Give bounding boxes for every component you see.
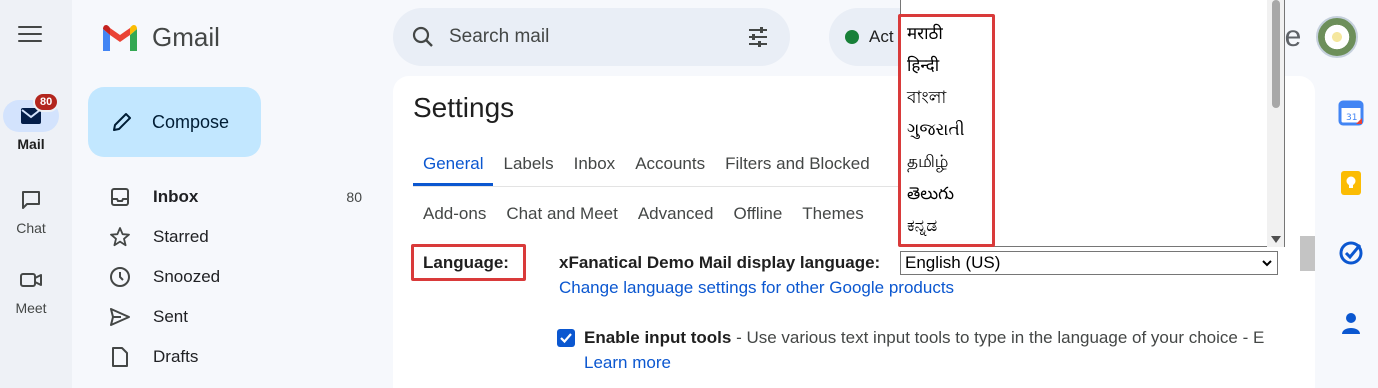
search-icon[interactable] [411,25,435,49]
send-icon [108,305,132,329]
sidebar-item-starred[interactable]: Starred [100,217,380,257]
compose-button[interactable]: Compose [88,87,261,157]
settings-tabs-row2: Add-ons Chat and Meet Advanced Offline T… [413,200,874,236]
rail-label-mail: Mail [17,136,45,152]
page-title: Settings [413,92,515,123]
meet-icon [20,273,42,287]
page-scrollbar-thumb[interactable] [1300,236,1315,271]
sidebar-item-label: Sent [153,307,188,326]
rail-item-chat[interactable]: Chat [0,184,62,236]
dropdown-scrollbar-thumb[interactable] [1272,0,1280,108]
sidebar-item-snoozed[interactable]: Snoozed [100,257,380,297]
tab-general[interactable]: General [413,150,494,186]
tab-offline[interactable]: Offline [723,200,792,236]
sidebar-item-label: Inbox [153,187,199,206]
sidebar-item-inbox[interactable]: Inbox 80 [100,177,380,217]
avatar[interactable] [1316,16,1358,58]
sidebar-nav: Inbox 80 Starred Snoozed Sent Drafts [100,177,380,377]
main-menu-icon[interactable] [18,26,42,46]
inbox-count: 80 [346,189,362,205]
gmail-logo[interactable]: Gmail [100,22,220,53]
chevron-down-icon [1262,260,1272,267]
sidebar-item-sent[interactable]: Sent [100,297,380,337]
side-panel: 31 [1320,90,1378,388]
keep-icon[interactable] [1338,170,1364,196]
left-rail: 80 Mail Chat Meet [0,0,72,388]
sidebar-item-label: Starred [153,227,209,246]
contacts-icon[interactable] [1338,310,1364,336]
search-input[interactable] [449,26,719,48]
calendar-icon[interactable]: 31 [1338,100,1364,126]
svg-text:31: 31 [1346,113,1357,123]
clock-icon [108,265,132,289]
chat-icon [22,191,40,209]
rail-item-mail[interactable]: 80 Mail [0,92,62,152]
sidebar-item-label: Drafts [153,347,199,366]
gmail-m-icon [103,24,137,51]
inbox-icon [108,185,132,209]
rail-label-chat: Chat [16,220,46,236]
tab-addons[interactable]: Add-ons [413,200,496,236]
pencil-icon [113,113,131,131]
dropdown-scrollbar[interactable] [1267,0,1284,247]
tab-labels[interactable]: Labels [493,150,563,186]
sidebar-item-drafts[interactable]: Drafts [100,337,380,377]
tab-inbox[interactable]: Inbox [564,150,626,186]
scroll-down-arrow-icon[interactable] [1271,236,1281,243]
search-bar[interactable] [393,8,790,66]
draft-icon [108,345,132,369]
star-icon [108,225,132,249]
tasks-icon[interactable] [1338,240,1364,266]
tab-themes[interactable]: Themes [792,200,873,236]
search-options-icon[interactable] [746,25,770,49]
learn-more-link[interactable]: Learn more [584,353,671,373]
status-label: Act [869,27,894,46]
settings-tabs-row1: General Labels Inbox Accounts Filters an… [413,150,880,186]
enable-input-tools-checkbox[interactable] [557,329,575,347]
change-language-link[interactable]: Change language settings for other Googl… [559,278,954,298]
sidebar-item-label: Snoozed [153,267,221,286]
enable-input-tools-desc: - Use various text input tools to type i… [731,328,1265,347]
mail-badge: 80 [33,92,60,112]
language-label: Language: [423,253,509,272]
gmail-logo-text: Gmail [152,22,220,52]
enable-input-tools-label: Enable input tools [584,328,732,347]
rail-label-meet: Meet [15,300,47,316]
language-select-value: English (US) [905,253,1001,272]
tab-filters[interactable]: Filters and Blocked [715,150,880,186]
check-icon [560,333,572,344]
tab-advanced[interactable]: Advanced [628,200,724,236]
tab-chat-meet[interactable]: Chat and Meet [496,200,628,236]
language-select[interactable]: English (US) [900,251,1278,275]
tabs-divider [413,186,899,187]
tab-accounts[interactable]: Accounts [625,150,715,186]
enable-input-tools-text: Enable input tools - Use various text in… [584,328,1296,348]
display-language-label: xFanatical Demo Mail display language: [559,253,881,272]
dropdown-highlight-box [898,14,995,247]
active-status-dot [845,30,859,44]
compose-label: Compose [152,111,230,132]
rail-item-meet[interactable]: Meet [0,264,62,316]
